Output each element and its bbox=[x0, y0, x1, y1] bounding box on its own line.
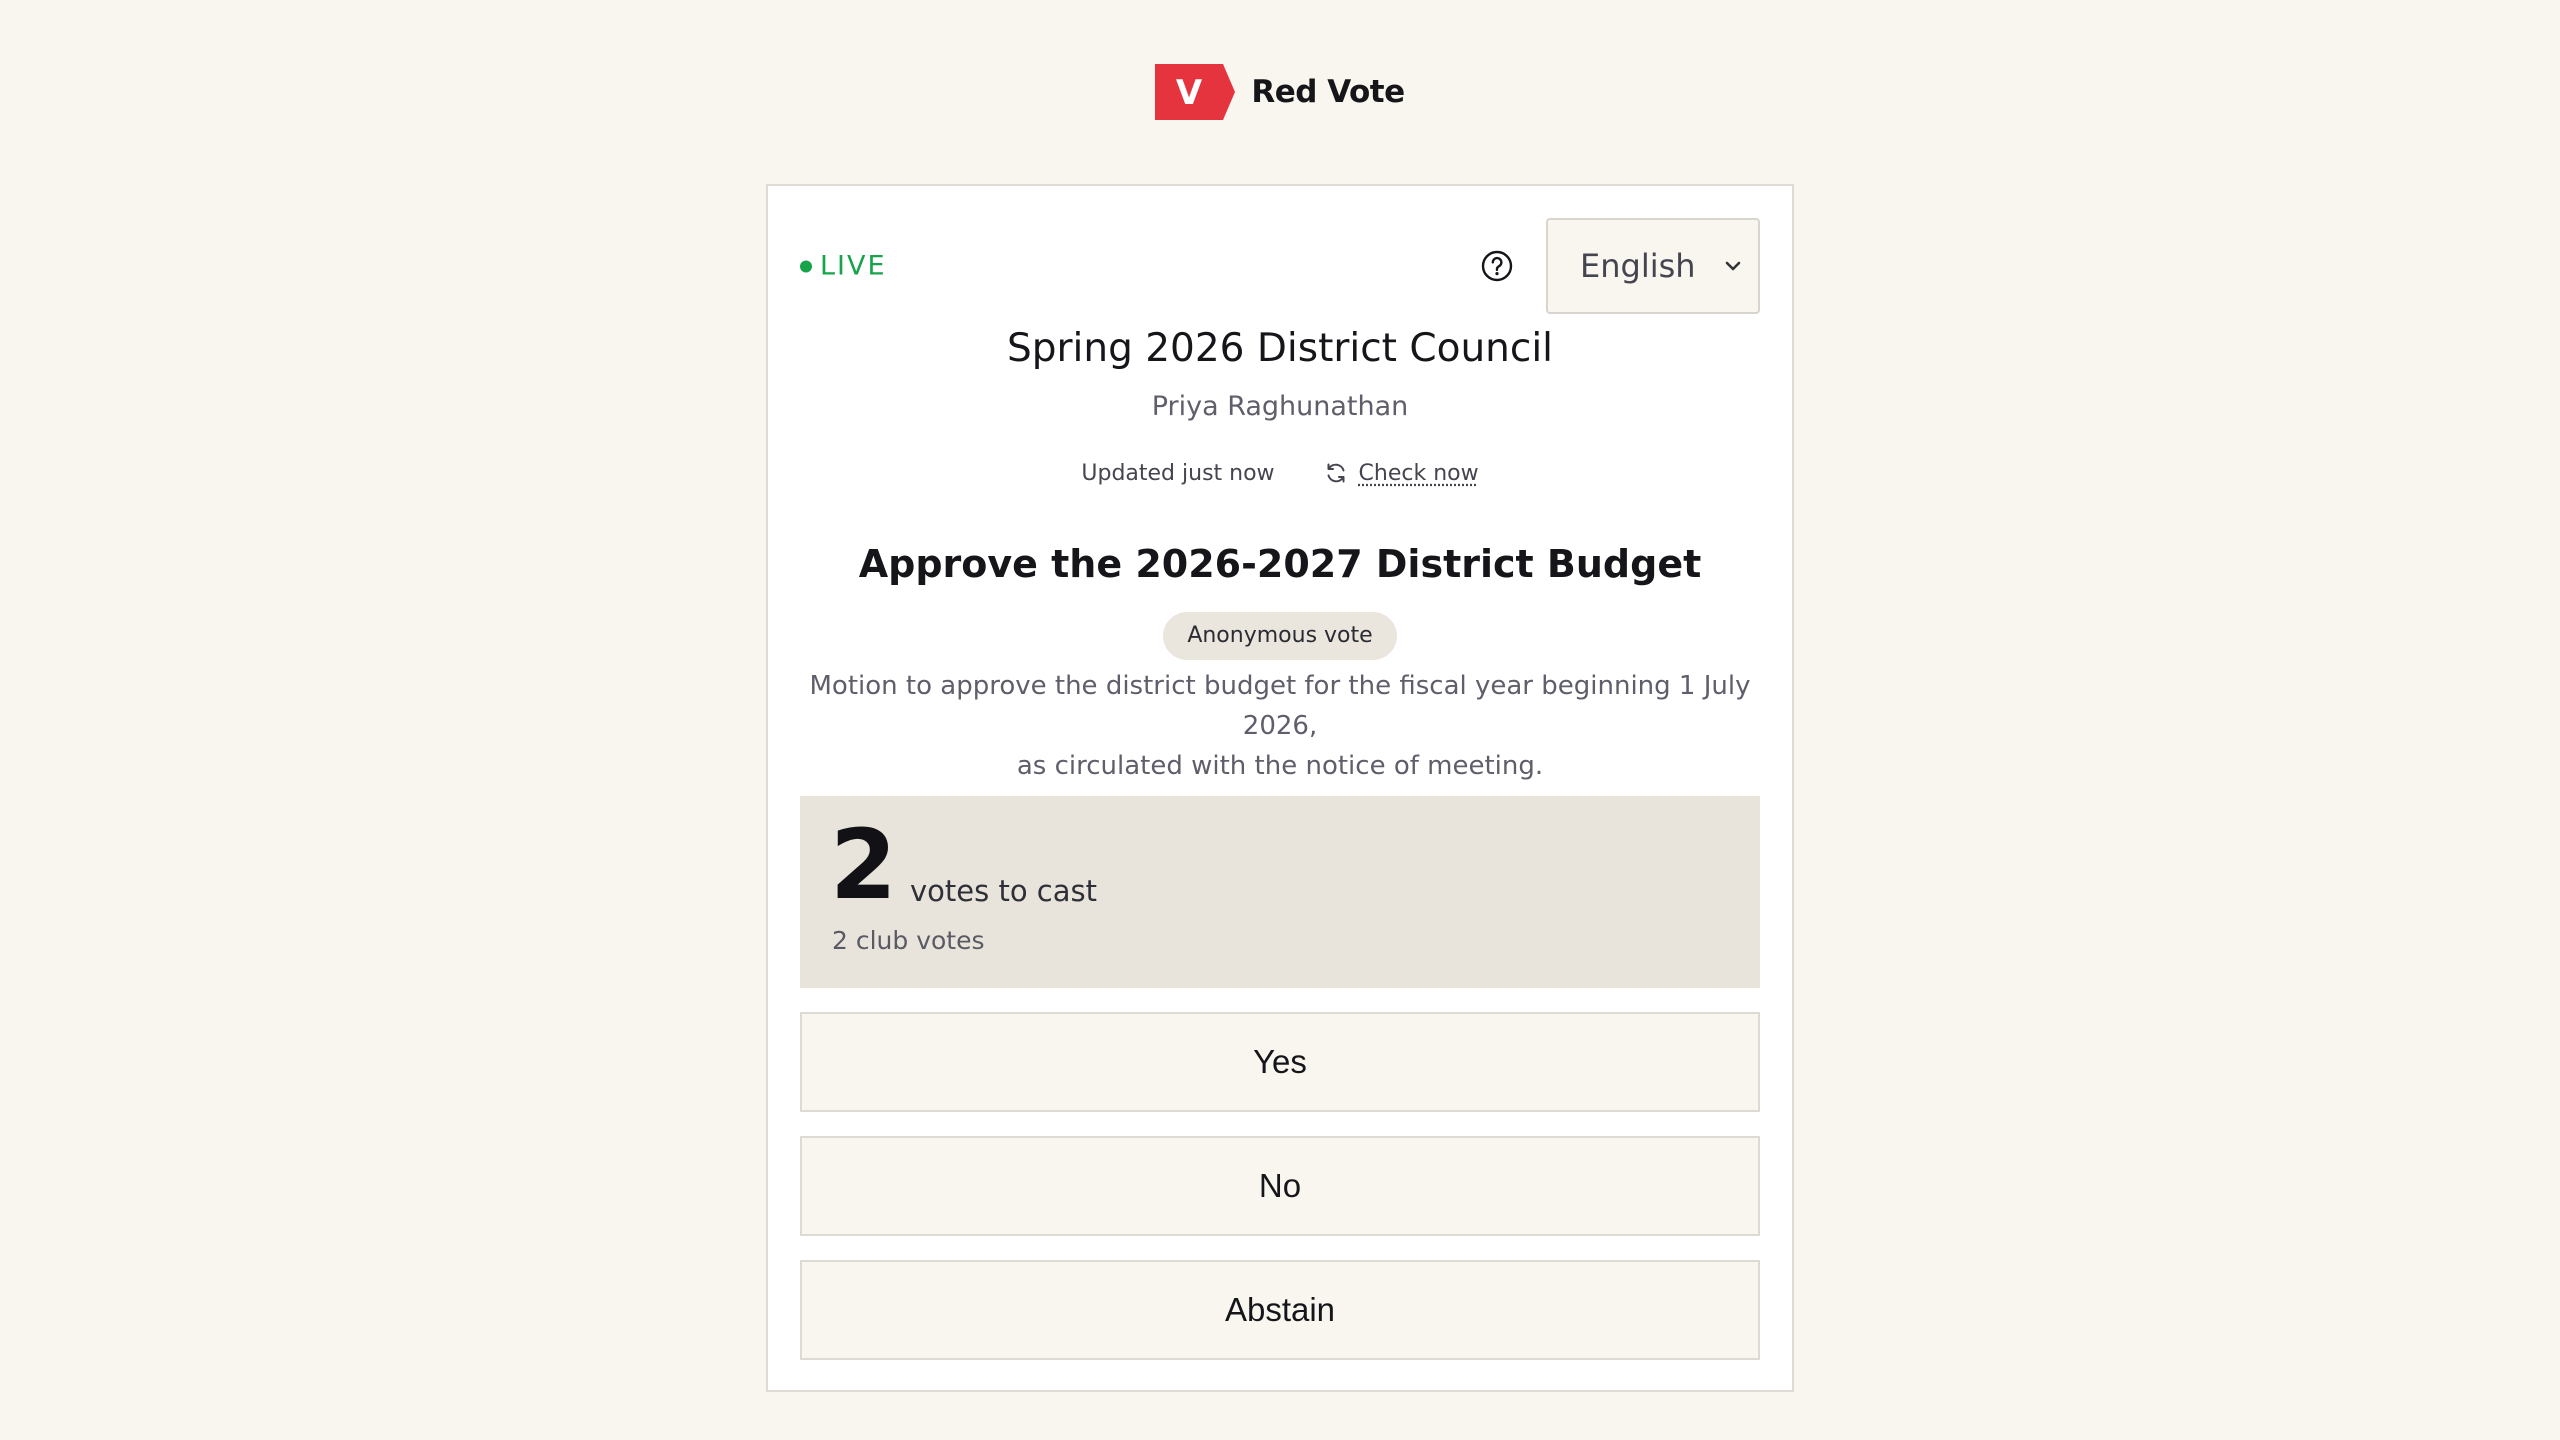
vote-no-button[interactable]: No bbox=[800, 1136, 1760, 1236]
live-dot-icon bbox=[800, 260, 812, 272]
card-topbar: LIVE English bbox=[800, 218, 1760, 314]
check-now-link[interactable]: Check now bbox=[1359, 461, 1479, 486]
language-selected: English bbox=[1580, 247, 1696, 285]
brand-name: Red Vote bbox=[1251, 74, 1405, 110]
anonymous-badge-row: Anonymous vote bbox=[768, 612, 1792, 660]
motion-description: Motion to approve the district budget fo… bbox=[800, 666, 1760, 786]
votes-count: 2 bbox=[830, 809, 897, 921]
refresh-icon[interactable] bbox=[1323, 460, 1349, 486]
vote-card: LIVE English Spring 2026 District Counci… bbox=[766, 184, 1794, 1392]
brand-header: V Red Vote bbox=[0, 64, 2560, 120]
motion-title: Approve the 2026-2027 District Budget bbox=[858, 542, 1702, 586]
help-button[interactable] bbox=[1480, 249, 1514, 283]
live-status-badge: LIVE bbox=[800, 251, 887, 282]
live-label: LIVE bbox=[820, 250, 887, 282]
chevron-down-icon bbox=[1725, 261, 1741, 271]
red-vote-logo: V bbox=[1155, 64, 1236, 120]
votes-to-cast-panel: 2 votes to cast 2 club votes bbox=[800, 796, 1760, 988]
vote-yes-button[interactable]: Yes bbox=[800, 1012, 1760, 1112]
meeting-title: Spring 2026 District Council bbox=[1006, 326, 1554, 371]
vote-abstain-button[interactable]: Abstain bbox=[800, 1260, 1760, 1360]
votes-breakdown: 2 club votes bbox=[832, 926, 985, 955]
logo-letter: V bbox=[1176, 73, 1203, 113]
votes-label: votes to cast bbox=[910, 874, 1097, 908]
motion-description-line-2: as circulated with the notice of meeting… bbox=[1016, 751, 1544, 781]
update-status-row: Updated just now Check now bbox=[768, 460, 1792, 486]
help-circle-icon bbox=[1481, 250, 1513, 282]
language-select[interactable]: English bbox=[1546, 218, 1760, 314]
update-status: Updated just now bbox=[1081, 460, 1275, 486]
anonymous-vote-badge: Anonymous vote bbox=[1163, 612, 1397, 660]
voter-name: Priya Raghunathan bbox=[1151, 391, 1409, 422]
motion-description-line-1: Motion to approve the district budget fo… bbox=[809, 671, 1751, 741]
